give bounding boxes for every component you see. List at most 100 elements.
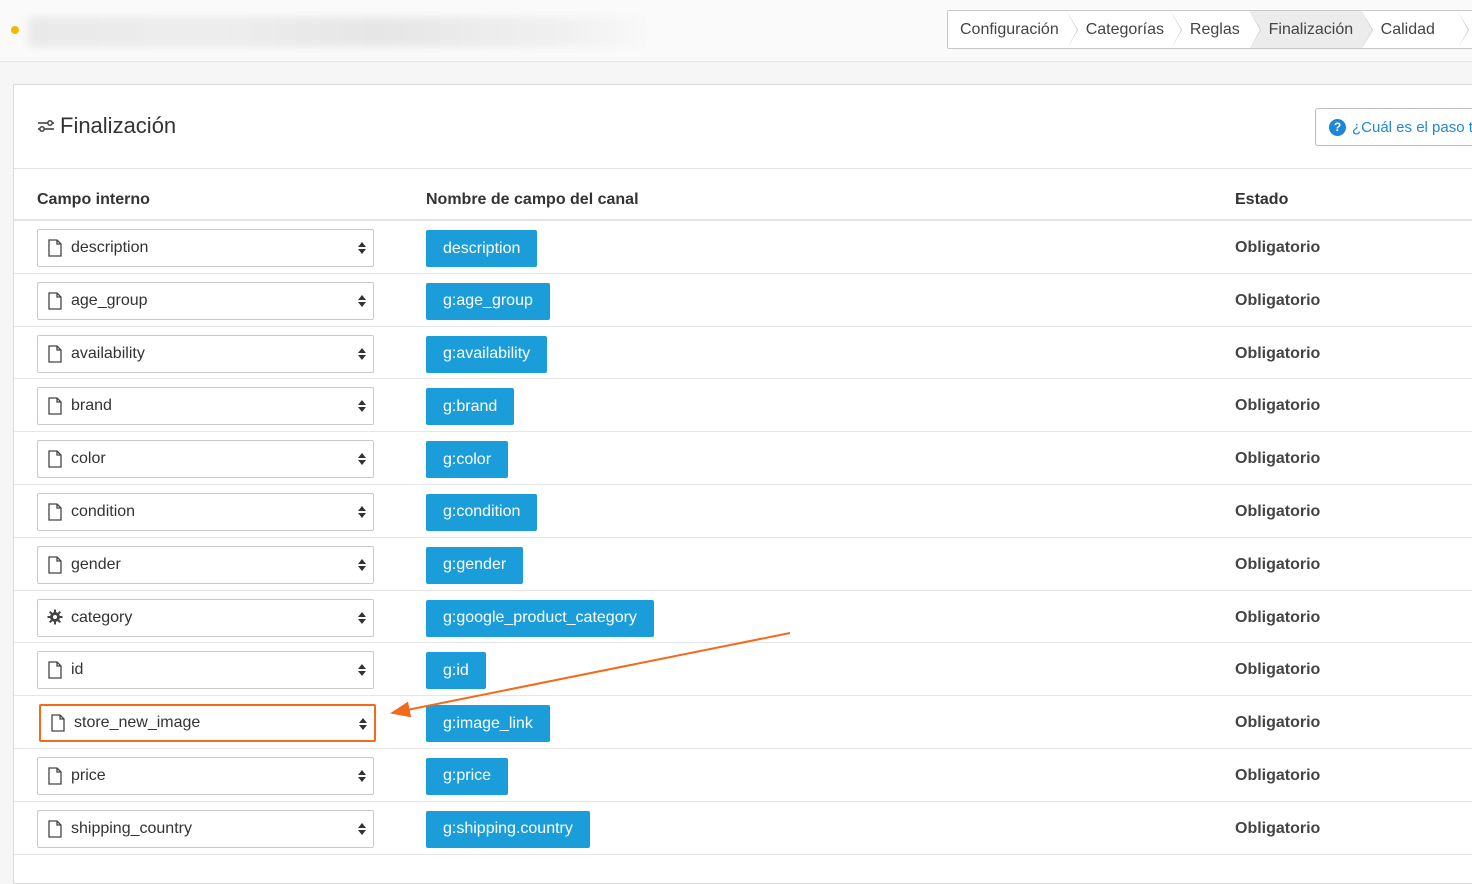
status-text: Obligatorio: [1235, 714, 1321, 732]
step-calidad[interactable]: Calidad: [1360, 11, 1470, 48]
channel-field-tag: g:brand: [426, 388, 515, 426]
sort-caret-icon: [357, 821, 367, 842]
status-text: Obligatorio: [1235, 450, 1321, 468]
sort-caret-icon: [357, 398, 367, 419]
sort-caret-icon: [357, 662, 367, 683]
table-row: brand g:brand Obligatorio: [14, 379, 1472, 433]
sliders-icon: [38, 120, 54, 132]
column-header-channel: Nombre de campo del canal: [426, 191, 639, 208]
redacted-header: [28, 17, 660, 47]
status-text: Obligatorio: [1235, 397, 1321, 415]
wizard-steps: Configuración Categorías Reglas Finaliza…: [947, 10, 1472, 49]
internal-field-value: condition: [71, 502, 136, 520]
panel-header: Finalización ? ¿Cuál es el paso t: [14, 85, 1472, 169]
table-row: availability g:availability Obligatorio: [14, 327, 1472, 380]
channel-field-tag: g:age_group: [426, 282, 550, 320]
table-row: condition g:condition Obligatorio: [14, 485, 1472, 538]
file-icon: [50, 714, 66, 732]
sort-caret-icon: [357, 768, 367, 789]
table-row: color g:color Obligatorio: [14, 432, 1472, 485]
internal-field-select[interactable]: category: [37, 598, 374, 637]
internal-field-value: price: [71, 766, 106, 784]
channel-field-tag: g:shipping.country: [426, 810, 590, 848]
table-row: description description Obligatorio: [14, 221, 1472, 274]
file-icon: [47, 239, 63, 257]
channel-field-tag: g:google_product_category: [426, 599, 654, 637]
internal-field-select[interactable]: color: [37, 440, 374, 479]
table-row: age_group g:age_group Obligatorio: [14, 274, 1472, 327]
status-text: Obligatorio: [1235, 766, 1321, 784]
sort-caret-icon: [357, 346, 367, 367]
status-text: Obligatorio: [1235, 661, 1321, 679]
field-mapping-table: description description Obligatorio age_gro…: [14, 221, 1472, 855]
file-icon: [47, 503, 63, 521]
internal-field-select[interactable]: shipping_country: [37, 809, 374, 848]
step-categorias[interactable]: Categorías: [1065, 11, 1183, 48]
file-icon: [47, 344, 63, 363]
internal-field-value: age_group: [71, 291, 148, 309]
page-title: Finalización: [37, 113, 176, 139]
channel-field-tag: g:availability: [426, 335, 548, 373]
sort-caret-icon: [358, 716, 368, 737]
file-icon: [47, 661, 63, 680]
status-dot: [11, 26, 19, 34]
table-row: store_new_image g:image_link Obligatorio: [14, 696, 1472, 749]
sort-caret-icon: [357, 293, 367, 314]
internal-field-value: id: [71, 661, 84, 679]
internal-field-value: description: [71, 239, 149, 256]
file-icon: [47, 397, 63, 416]
internal-field-value: availability: [71, 344, 145, 362]
internal-field-value: color: [71, 450, 106, 468]
internal-field-value: brand: [71, 397, 112, 415]
status-text: Obligatorio: [1235, 555, 1321, 573]
help-button[interactable]: ? ¿Cuál es el paso t: [1315, 108, 1472, 146]
sort-caret-icon: [357, 610, 367, 631]
channel-field-tag: g:color: [426, 441, 509, 479]
table-row: gender g:gender Obligatorio: [14, 538, 1472, 591]
internal-field-value: shipping_country: [71, 819, 192, 837]
internal-field-select[interactable]: store_new_image: [39, 704, 376, 743]
internal-field-select[interactable]: gender: [37, 545, 374, 584]
status-text: Obligatorio: [1235, 502, 1321, 520]
internal-field-select[interactable]: condition: [37, 492, 374, 531]
channel-field-tag: g:id: [426, 652, 486, 690]
status-text: Obligatorio: [1235, 608, 1321, 626]
sort-caret-icon: [357, 451, 367, 472]
channel-field-tag: description: [426, 230, 538, 267]
status-text: Obligatorio: [1235, 291, 1321, 309]
question-icon: ?: [1329, 118, 1346, 136]
table-row: category g:google_product_category Obligat…: [14, 591, 1472, 644]
file-icon: [47, 767, 63, 785]
internal-field-select[interactable]: price: [37, 756, 374, 795]
internal-field-select[interactable]: availability: [37, 334, 374, 373]
internal-field-select[interactable]: id: [37, 651, 374, 690]
top-bar: Configuración Categorías Reglas Finaliza…: [0, 0, 1472, 62]
file-icon: [47, 292, 63, 310]
step-configuracion[interactable]: Configuración: [948, 11, 1078, 48]
sort-caret-icon: [357, 557, 367, 578]
sort-caret-icon: [357, 504, 367, 525]
sort-caret-icon: [357, 240, 367, 261]
channel-field-tag: g:gender: [426, 546, 524, 584]
status-text: Obligatorio: [1235, 344, 1321, 362]
finalization-panel: Finalización ? ¿Cuál es el paso t Campo …: [13, 84, 1472, 884]
internal-field-value: category: [71, 608, 133, 626]
status-text: Obligatorio: [1235, 239, 1321, 256]
column-header-status: Estado: [1235, 191, 1289, 208]
internal-field-value: gender: [71, 555, 121, 573]
status-text: Obligatorio: [1235, 819, 1321, 837]
file-icon: [47, 450, 63, 468]
step-finalizacion[interactable]: Finalización: [1248, 11, 1373, 48]
channel-field-tag: g:condition: [426, 493, 538, 531]
internal-field-select[interactable]: description: [37, 229, 374, 267]
column-header-internal: Campo interno: [37, 191, 150, 208]
internal-field-select[interactable]: brand: [37, 387, 374, 426]
channel-field-tag: g:image_link: [426, 705, 550, 743]
table-row: shipping_country g:shipping.country Obliga…: [14, 802, 1472, 855]
table-row: id g:id Obligatorio: [14, 643, 1472, 697]
file-icon: [47, 820, 63, 838]
internal-field-select[interactable]: age_group: [37, 281, 374, 320]
gear-icon: [47, 609, 63, 627]
channel-field-tag: g:price: [426, 757, 509, 795]
table-row: price g:price Obligatorio: [14, 749, 1472, 802]
